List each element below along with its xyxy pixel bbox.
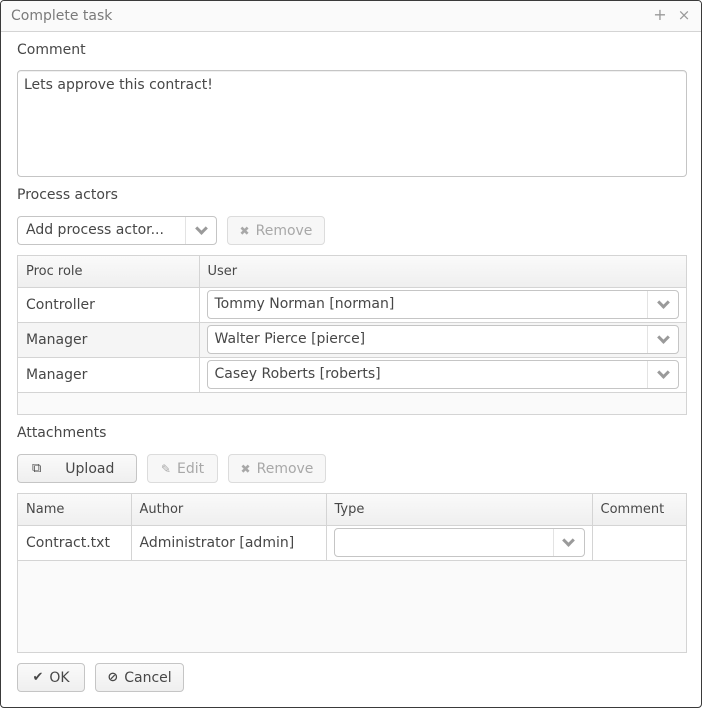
process-actors-table: Proc role User Controller Tommy Norman [… xyxy=(17,255,687,415)
dropdown-toggle[interactable] xyxy=(185,217,216,244)
chevron-down-icon xyxy=(656,330,670,344)
proc-role-cell: Manager xyxy=(18,357,200,393)
type-select[interactable] xyxy=(333,528,585,557)
table-header-row: Proc role User xyxy=(18,256,686,288)
chevron-down-icon xyxy=(562,533,575,547)
user-select[interactable]: Casey Roberts [roberts] xyxy=(206,360,679,389)
table-row[interactable]: Contract.txt Administrator [admin] xyxy=(18,525,686,561)
edit-attachment-button[interactable]: ✎ Edit xyxy=(147,454,218,483)
proc-role-cell: Manager xyxy=(18,322,200,358)
dialog-title: Complete task xyxy=(11,8,113,24)
checkmark-icon: ✔ xyxy=(32,670,44,685)
user-select-value: Casey Roberts [roberts] xyxy=(214,366,381,382)
attachment-type-cell xyxy=(326,525,593,561)
user-cell: Casey Roberts [roberts] xyxy=(199,357,686,393)
maximize-icon[interactable]: + xyxy=(651,6,669,24)
table-row[interactable]: Manager Walter Pierce [pierce] xyxy=(18,322,686,358)
chevron-down-icon xyxy=(656,295,670,309)
cancel-label: Cancel xyxy=(124,669,172,686)
column-header-proc-role[interactable]: Proc role xyxy=(18,256,200,288)
table-row[interactable]: Manager Casey Roberts [roberts] xyxy=(18,357,686,393)
dropdown-toggle[interactable] xyxy=(647,361,678,388)
ok-label: OK xyxy=(49,669,70,686)
remove-x-icon: ✖ xyxy=(239,223,250,238)
remove-actor-button[interactable]: ✖ Remove xyxy=(227,216,325,245)
dropdown-toggle[interactable] xyxy=(647,326,678,353)
column-header-name[interactable]: Name xyxy=(18,494,132,526)
dialog-header: Complete task + × xyxy=(1,1,701,32)
comment-textarea[interactable]: Lets approve this contract! xyxy=(17,70,687,177)
table-header-row: Name Author Type Comment xyxy=(18,494,686,526)
dropdown-toggle[interactable] xyxy=(647,291,678,318)
process-actors-label: Process actors xyxy=(17,187,118,203)
add-process-actor-select[interactable]: Add process actor... xyxy=(17,216,217,245)
dropdown-toggle[interactable] xyxy=(552,529,584,556)
remove-x-icon: ✖ xyxy=(240,461,251,476)
user-select[interactable]: Tommy Norman [norman] xyxy=(206,290,679,319)
add-process-actor-placeholder: Add process actor... xyxy=(26,222,164,238)
ok-button[interactable]: ✔ OK xyxy=(17,663,85,692)
remove-attachment-label: Remove xyxy=(256,460,314,477)
pencil-icon: ✎ xyxy=(160,461,171,476)
cancel-button[interactable]: ⊘ Cancel xyxy=(95,663,184,692)
attachment-author-cell: Administrator [admin] xyxy=(131,525,327,561)
proc-role-cell: Controller xyxy=(18,287,200,323)
complete-task-dialog: Complete task + × Comment Lets approve t… xyxy=(0,0,702,708)
remove-attachment-button[interactable]: ✖ Remove xyxy=(228,454,326,483)
comment-label: Comment xyxy=(17,42,86,58)
user-select-value: Tommy Norman [norman] xyxy=(214,296,395,312)
user-select-value: Walter Pierce [pierce] xyxy=(214,331,366,347)
ban-icon: ⊘ xyxy=(107,670,119,685)
attachments-label: Attachments xyxy=(17,425,107,441)
column-header-comment[interactable]: Comment xyxy=(592,494,686,526)
user-cell: Tommy Norman [norman] xyxy=(199,287,686,323)
upload-label: Upload xyxy=(65,460,115,477)
upload-files-icon: ⧉ xyxy=(32,461,42,476)
remove-actor-label: Remove xyxy=(255,222,313,239)
user-select[interactable]: Walter Pierce [pierce] xyxy=(206,325,679,354)
column-header-author[interactable]: Author xyxy=(131,494,327,526)
table-row[interactable]: Controller Tommy Norman [norman] xyxy=(18,287,686,323)
column-header-user[interactable]: User xyxy=(199,256,686,288)
column-header-type[interactable]: Type xyxy=(326,494,593,526)
attachment-name-cell: Contract.txt xyxy=(18,525,132,561)
edit-label: Edit xyxy=(176,460,205,477)
close-icon[interactable]: × xyxy=(675,6,693,24)
user-cell: Walter Pierce [pierce] xyxy=(199,322,686,358)
upload-button[interactable]: ⧉ Upload xyxy=(17,454,137,483)
attachment-comment-cell xyxy=(592,525,686,561)
chevron-down-icon xyxy=(656,365,670,379)
attachments-table: Name Author Type Comment Contract.txt Ad… xyxy=(17,493,687,653)
chevron-down-icon xyxy=(194,221,208,235)
